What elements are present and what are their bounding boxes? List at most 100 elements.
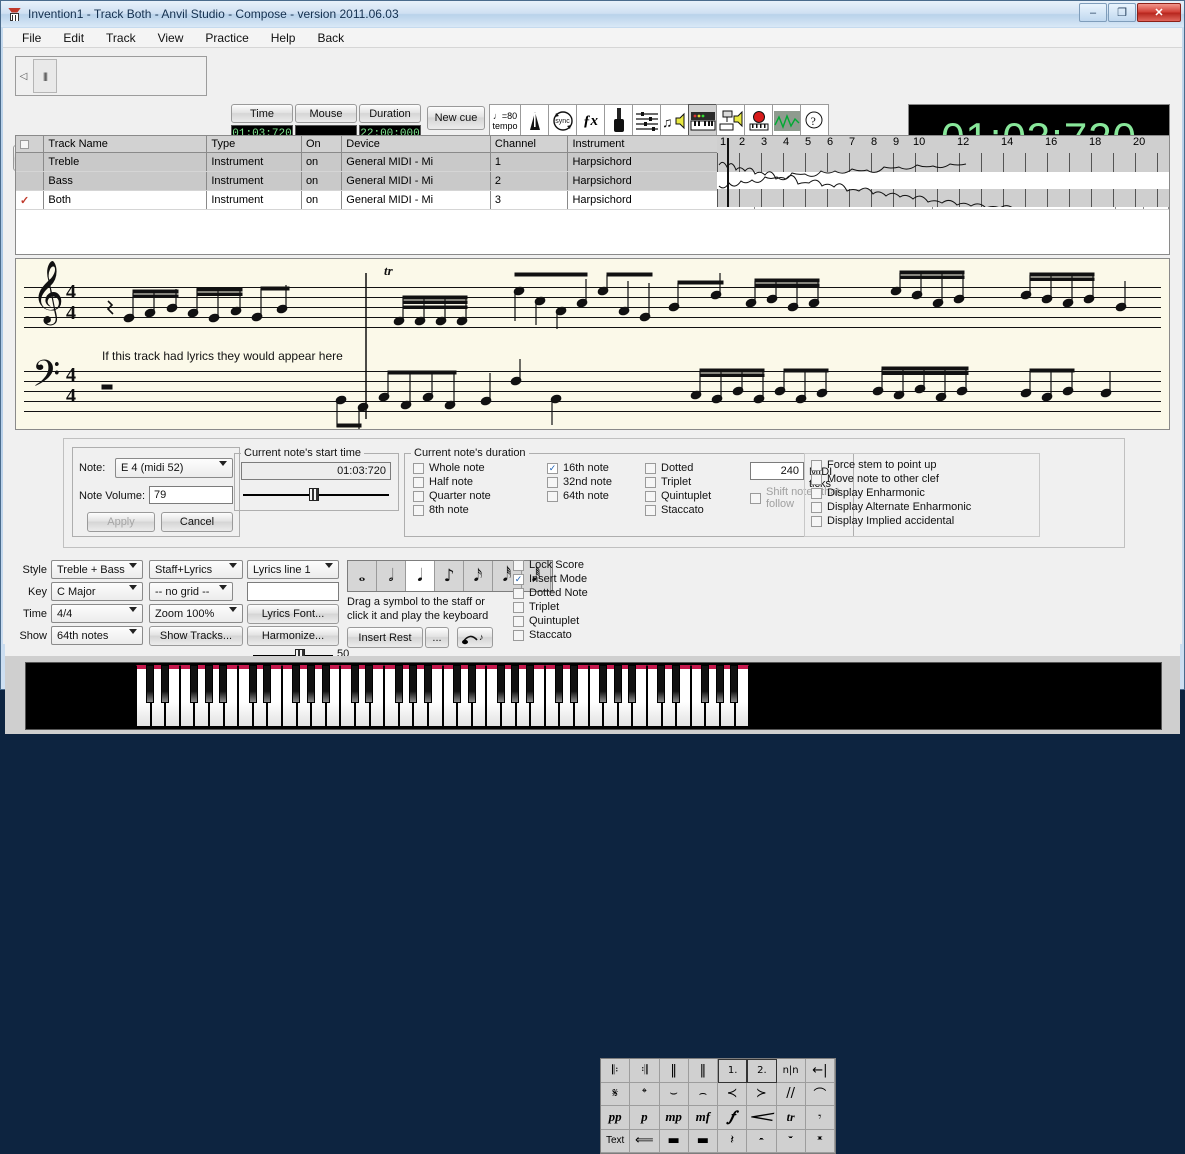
staff-layout-dropdown[interactable]: Staff+Lyrics xyxy=(149,560,243,579)
row-device[interactable]: General MIDI - Mi xyxy=(342,191,491,210)
insert-mode-checkbox[interactable]: ✓ Insert Mode xyxy=(513,573,588,585)
checkbox-box[interactable] xyxy=(513,616,524,627)
measure-ruler[interactable]: 1 2 3 4 5 6 7 8 9 10 12 14 16 18 20 xyxy=(717,136,1169,207)
piano-black-key[interactable] xyxy=(161,665,169,703)
symbol-mezzo-piano[interactable]: mp xyxy=(660,1106,689,1130)
symbol-first-ending[interactable]: 1. xyxy=(718,1059,747,1083)
checkbox-box[interactable]: ✓ xyxy=(513,574,524,585)
checkbox-box[interactable] xyxy=(811,488,822,499)
piano-black-key[interactable] xyxy=(395,665,403,703)
triplet-checkbox[interactable]: Triplet xyxy=(513,601,588,613)
menu-file[interactable]: File xyxy=(11,29,52,47)
menu-back[interactable]: Back xyxy=(306,29,355,47)
piano-black-key[interactable] xyxy=(716,665,724,703)
checkbox-box[interactable] xyxy=(645,477,656,488)
symbol-fortissimo[interactable]: 𝆒 xyxy=(747,1106,776,1130)
piano-black-key[interactable] xyxy=(453,665,461,703)
palette-eighth-note[interactable]: ♪ xyxy=(435,561,464,591)
symbol-fermata[interactable]: ⌒ xyxy=(806,1083,835,1107)
menu-track[interactable]: Track xyxy=(95,29,147,47)
lyrics-text-input[interactable] xyxy=(247,582,339,601)
option-display-alt-enharmonic[interactable]: Display Alternate Enharmonic xyxy=(811,501,971,513)
style-dropdown[interactable]: Treble + Bass xyxy=(51,560,143,579)
piano-black-key[interactable] xyxy=(146,665,154,703)
row-device[interactable]: General MIDI - Mi xyxy=(342,153,491,172)
checkbox-box[interactable] xyxy=(547,491,558,502)
checkbox-box[interactable] xyxy=(513,560,524,571)
lyrics-line-dropdown[interactable]: Lyrics line 1 xyxy=(247,560,339,579)
symbol-text[interactable]: Text xyxy=(601,1130,630,1154)
symbol-sixtyfourth-rest[interactable]: 𝄺 xyxy=(806,1130,835,1154)
apply-button[interactable]: Apply xyxy=(87,512,155,532)
piano-black-key[interactable] xyxy=(190,665,198,703)
piano-black-key[interactable] xyxy=(628,665,636,703)
symbol-piano[interactable]: p xyxy=(630,1106,659,1130)
row-type[interactable]: Instrument xyxy=(207,191,302,210)
piano-black-key[interactable] xyxy=(570,665,578,703)
menu-view[interactable]: View xyxy=(147,29,195,47)
piano-black-key[interactable] xyxy=(322,665,330,703)
select-all-header[interactable] xyxy=(16,136,44,153)
symbol-second-ending[interactable]: 2. xyxy=(747,1059,776,1083)
more-options-button[interactable]: ... xyxy=(425,627,449,648)
col-device[interactable]: Device xyxy=(342,136,491,153)
row-track-name[interactable]: Treble xyxy=(44,153,207,172)
piano-black-key[interactable] xyxy=(307,665,315,703)
checkbox-box[interactable] xyxy=(413,477,424,488)
cancel-button[interactable]: Cancel xyxy=(161,512,233,532)
duration-64th-note[interactable]: 64th note xyxy=(547,490,612,502)
piano-black-key[interactable] xyxy=(511,665,519,703)
staff-mixer-icon[interactable] xyxy=(632,104,661,138)
close-button[interactable]: ✕ xyxy=(1137,3,1181,22)
cue-prev-icon[interactable]: ◁ xyxy=(16,57,31,95)
checkbox-box[interactable] xyxy=(513,602,524,613)
dotted-note-checkbox[interactable]: Dotted Note xyxy=(513,587,588,599)
help-icon[interactable]: ? xyxy=(800,104,829,138)
show-tracks-button[interactable]: Show Tracks... xyxy=(149,626,243,646)
piano-black-key[interactable] xyxy=(263,665,271,703)
symbol-trill[interactable]: tr xyxy=(777,1106,806,1130)
piano-keyboard[interactable] xyxy=(25,662,1162,730)
symbol-coda[interactable]: 𝄌 xyxy=(630,1083,659,1107)
show-dropdown[interactable]: 64th notes xyxy=(51,626,143,645)
piano-black-key[interactable] xyxy=(599,665,607,703)
note-volume-input[interactable]: 79 xyxy=(149,486,233,504)
lyrics-line[interactable]: If this track had lyrics they would appe… xyxy=(102,349,343,363)
duration-staccato[interactable]: Staccato xyxy=(645,504,711,516)
symbol-repeat-bars[interactable]: n|n xyxy=(777,1059,806,1083)
grid-dropdown[interactable]: -- no grid -- xyxy=(149,582,233,601)
symbol-repeat-end[interactable]: 𝄇 xyxy=(630,1059,659,1083)
row-track-name[interactable]: Bass xyxy=(44,172,207,191)
checkbox-box[interactable] xyxy=(645,491,656,502)
piano-black-key[interactable] xyxy=(555,665,563,703)
symbol-double-bar[interactable]: ‖ xyxy=(660,1059,689,1083)
checkbox-box[interactable] xyxy=(547,477,558,488)
piano-black-key[interactable] xyxy=(468,665,476,703)
symbol-diminuendo[interactable]: ≻ xyxy=(747,1083,776,1107)
symbol-sixteenth-rest[interactable]: 𝄽 xyxy=(718,1130,747,1154)
row-channel[interactable]: 1 xyxy=(490,153,568,172)
piano-black-key[interactable] xyxy=(292,665,300,703)
symbol-grace-note[interactable]: 𝄾 xyxy=(806,1106,835,1130)
palette-quarter-note[interactable]: 𝅘𝅥 xyxy=(406,561,435,591)
symbol-slur-under[interactable]: ⌣ xyxy=(660,1083,689,1107)
row-on[interactable]: on xyxy=(301,172,341,191)
fx-icon[interactable]: ƒx xyxy=(576,104,605,138)
duration-8th-note[interactable]: 8th note xyxy=(413,504,491,516)
duration-dotted[interactable]: Dotted xyxy=(645,462,711,474)
tie-icon[interactable]: ♪ xyxy=(457,627,493,648)
mouse-button[interactable]: Mouse xyxy=(295,104,357,123)
row-on[interactable]: on xyxy=(301,191,341,210)
menu-edit[interactable]: Edit xyxy=(52,29,95,47)
minimize-button[interactable]: – xyxy=(1079,3,1107,22)
time-button[interactable]: Time xyxy=(231,104,293,123)
record-device-icon[interactable] xyxy=(744,104,773,138)
duration-button[interactable]: Duration xyxy=(359,104,421,123)
start-time-slider[interactable] xyxy=(241,486,391,502)
duration-triplet[interactable]: Triplet xyxy=(645,476,711,488)
checkbox-box[interactable] xyxy=(413,505,424,516)
note-pitch-dropdown[interactable]: E 4 (midi 52) xyxy=(115,458,233,478)
piano-black-key[interactable] xyxy=(657,665,665,703)
waveform-icon[interactable] xyxy=(772,104,801,138)
checkbox-box[interactable] xyxy=(413,491,424,502)
